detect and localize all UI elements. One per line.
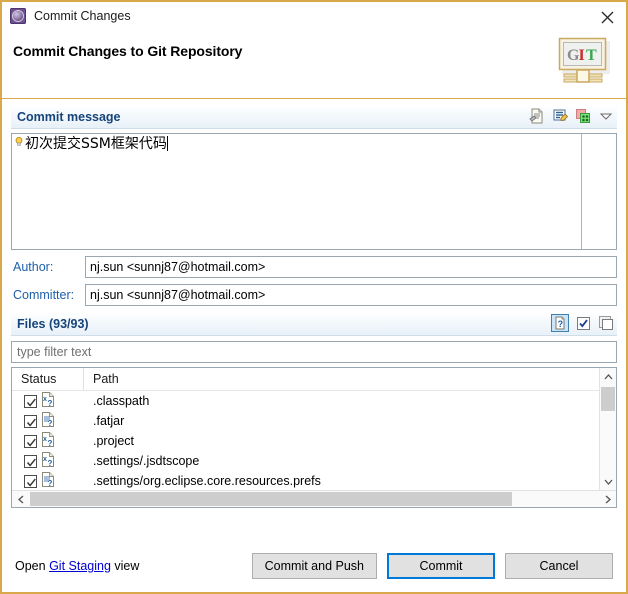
text-file-untracked-icon: ? — [41, 412, 55, 430]
table-row[interactable]: ? .fatjar — [12, 411, 599, 431]
add-signed-off-by-icon[interactable] — [528, 107, 546, 125]
show-untracked-files-icon[interactable]: ? — [551, 314, 569, 332]
print-margin-ruler — [581, 134, 582, 249]
cancel-button[interactable]: Cancel — [505, 553, 613, 579]
author-row: Author: nj.sun <sunnj87@hotmail.com> — [11, 256, 617, 278]
svg-text:?: ? — [48, 459, 53, 467]
horizontal-scroll-thumb[interactable] — [30, 492, 512, 506]
row-checkbox[interactable] — [24, 474, 37, 488]
row-path: .settings/.jsdtscope — [93, 454, 200, 468]
scroll-up-icon[interactable] — [600, 368, 616, 385]
scroll-right-icon[interactable] — [599, 491, 616, 507]
vertical-scroll-thumb[interactable] — [601, 387, 615, 411]
row-status-cell: ? — [12, 472, 84, 490]
title-bar: Commit Changes — [2, 2, 626, 30]
table-row[interactable]: ? .settings/org.eclipse.core.resources.p… — [12, 471, 599, 490]
commit-message-value: 初次提交SSM框架代码 — [25, 136, 167, 152]
svg-text:?: ? — [48, 399, 53, 407]
footer-buttons: Commit and Push Commit Cancel — [251, 553, 613, 579]
committer-input[interactable]: nj.sun <sunnj87@hotmail.com> — [85, 284, 617, 306]
dialog-header: Commit Changes to Git Repository G I T — [2, 30, 626, 99]
close-icon[interactable] — [596, 6, 618, 28]
filter-input[interactable]: type filter text — [11, 341, 617, 363]
open-git-staging-text: Open Git Staging view — [15, 559, 139, 573]
amend-previous-commit-icon[interactable] — [574, 107, 592, 125]
commit-changes-dialog: Commit Changes Commit Changes to Git Rep… — [0, 0, 628, 594]
row-checkbox[interactable] — [24, 394, 37, 408]
commit-message-section-title: Commit message — [17, 110, 121, 124]
files-horizontal-scrollbar[interactable] — [12, 490, 616, 507]
svg-text:x: x — [43, 436, 47, 443]
xml-file-untracked-icon: x ? — [41, 392, 55, 410]
svg-text:?: ? — [48, 479, 53, 487]
files-count: (93/93) — [48, 317, 89, 331]
xml-file-untracked-icon: x ? — [41, 432, 55, 450]
author-label: Author: — [13, 260, 54, 274]
svg-text:T: T — [586, 47, 597, 64]
open-prefix: Open — [15, 559, 50, 573]
text-file-untracked-icon: ? — [41, 472, 55, 490]
dialog-content: Commit message 初次提交SSM框架代码 Author: nj.su… — [2, 106, 626, 592]
row-path: .project — [93, 434, 134, 448]
row-checkbox[interactable] — [24, 414, 37, 428]
committer-label: Committer: — [13, 288, 75, 302]
quick-fix-bulb-icon — [15, 137, 23, 146]
page-title: Commit Changes to Git Repository — [13, 43, 243, 59]
files-table-header: Status Path — [12, 368, 599, 391]
column-header-status[interactable]: Status — [12, 368, 84, 390]
files-section-title: Files (93/93) — [11, 317, 89, 331]
files-vertical-scrollbar[interactable] — [599, 368, 616, 490]
svg-text:x: x — [43, 396, 47, 403]
open-suffix: view — [110, 559, 140, 573]
commit-message-section-header: Commit message — [11, 106, 617, 129]
files-title-text: Files — [17, 317, 46, 331]
svg-text:?: ? — [48, 419, 53, 427]
row-path: .settings/org.eclipse.core.resources.pre… — [93, 474, 321, 488]
section-menu-chevron-icon[interactable] — [597, 107, 615, 125]
select-all-icon[interactable] — [574, 314, 592, 332]
row-path: .classpath — [93, 394, 150, 408]
text-caret — [166, 136, 168, 151]
committer-row: Committer: nj.sun <sunnj87@hotmail.com> — [11, 284, 617, 306]
row-status-cell: x ? — [12, 452, 84, 470]
commit-message-toolbar — [528, 107, 615, 125]
column-header-path[interactable]: Path — [84, 368, 599, 390]
window-title: Commit Changes — [34, 9, 131, 23]
svg-text:?: ? — [558, 319, 564, 329]
git-logo: G I T — [556, 36, 612, 88]
svg-text:x: x — [43, 456, 47, 463]
dialog-footer: Open Git Staging view Commit and Push Co… — [4, 542, 624, 590]
files-table-main: Status Path x ? .classpath ? .fatjar x ?… — [12, 368, 599, 490]
commit-message-editor[interactable]: 初次提交SSM框架代码 — [11, 133, 617, 250]
files-toolbar: ? — [551, 314, 615, 332]
row-checkbox[interactable] — [24, 434, 37, 448]
deselect-all-icon[interactable] — [597, 314, 615, 332]
table-row[interactable]: x ? .project — [12, 431, 599, 451]
svg-text:I: I — [579, 47, 585, 64]
xml-file-untracked-icon: x ? — [41, 452, 55, 470]
row-status-cell: x ? — [12, 392, 84, 410]
files-table-inner: Status Path x ? .classpath ? .fatjar x ?… — [12, 368, 616, 490]
row-status-cell: x ? — [12, 432, 84, 450]
row-path: .fatjar — [93, 414, 125, 428]
table-row[interactable]: x ? .classpath — [12, 391, 599, 411]
commit-gear-icon — [10, 8, 26, 24]
commit-and-push-button[interactable]: Commit and Push — [251, 553, 377, 579]
files-table: Status Path x ? .classpath ? .fatjar x ?… — [11, 367, 617, 508]
row-status-cell: ? — [12, 412, 84, 430]
files-table-body: x ? .classpath ? .fatjar x ? .project x … — [12, 391, 599, 490]
git-staging-link[interactable]: Git Staging — [49, 559, 111, 573]
scroll-left-icon[interactable] — [12, 491, 29, 507]
row-checkbox[interactable] — [24, 454, 37, 468]
files-section-header: Files (93/93) ? — [11, 313, 617, 336]
add-change-id-icon[interactable] — [551, 107, 569, 125]
commit-message-text-area[interactable]: 初次提交SSM框架代码 — [25, 134, 616, 249]
scroll-down-icon[interactable] — [600, 473, 616, 490]
commit-button[interactable]: Commit — [387, 553, 495, 579]
commit-message-gutter — [12, 134, 25, 249]
table-row[interactable]: x ? .settings/.jsdtscope — [12, 451, 599, 471]
author-input[interactable]: nj.sun <sunnj87@hotmail.com> — [85, 256, 617, 278]
svg-text:?: ? — [48, 439, 53, 447]
